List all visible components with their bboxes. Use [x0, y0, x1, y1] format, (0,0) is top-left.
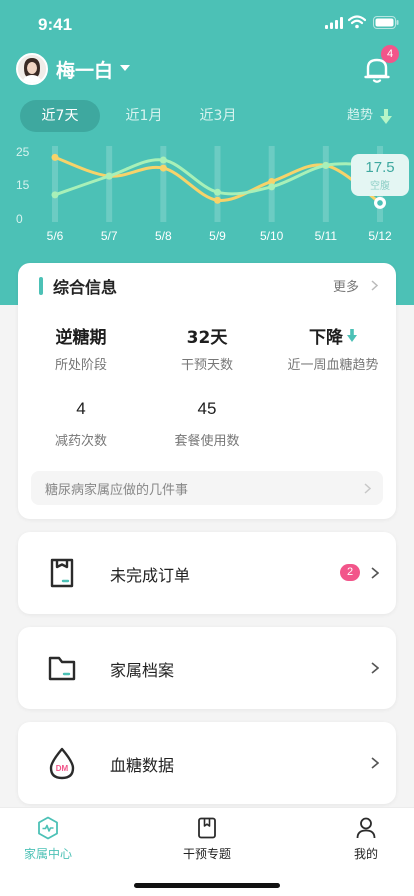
stat-value: 32天 — [186, 328, 228, 348]
tooltip-label: 空腹 — [370, 181, 390, 192]
info-card-title: 综合信息 — [53, 278, 118, 297]
data-point — [51, 191, 59, 199]
x-tick-label: 5/11 — [314, 229, 338, 243]
status-bar: 9:41 — [0, 0, 414, 48]
person-icon — [356, 817, 376, 839]
order-icon — [50, 558, 74, 588]
data-point — [322, 161, 330, 169]
tab-me[interactable]: 我的 — [316, 816, 414, 862]
drop-icon-text: DM — [56, 764, 69, 773]
stat-label: 套餐使用数 — [174, 434, 240, 449]
tab-intervention-topics[interactable]: 干预专题 — [157, 816, 257, 862]
tooltip-value: 17.5 — [365, 159, 395, 176]
data-point — [214, 188, 221, 196]
book-icon — [198, 817, 216, 839]
chart-tooltip: 17.5 空腹 — [351, 154, 409, 196]
data-point — [159, 156, 167, 164]
stat-label: 干预天数 — [180, 358, 233, 373]
data-point — [105, 172, 113, 180]
stat-label: 减药次数 — [54, 434, 107, 449]
status-time: 9:41 — [38, 15, 73, 34]
stat-weekly-trend: 下降 近一周血糖趋势 — [270, 323, 396, 373]
selected-point-center — [377, 200, 383, 206]
tab-7-days[interactable]: 近7天 — [20, 100, 100, 132]
chevron-right-icon — [371, 757, 379, 769]
signal-icon — [325, 17, 343, 29]
stat-packages-used: 45 套餐使用数 — [144, 399, 270, 449]
tab-family-center[interactable]: 家属中心 — [0, 816, 98, 862]
x-tick-label: 5/10 — [259, 229, 284, 243]
data-point — [159, 164, 167, 172]
order-count-badge: 2 — [340, 564, 360, 581]
menu-item-family-records[interactable]: 家属档案 — [18, 627, 396, 709]
avatar[interactable] — [16, 53, 48, 85]
heartbeat-icon — [38, 816, 58, 840]
arrow-down-icon — [347, 329, 357, 342]
data-point — [268, 183, 276, 191]
menu-label: 未完成订单 — [110, 566, 191, 585]
wifi-icon — [348, 15, 366, 29]
trend-link[interactable]: 趋势 — [347, 100, 373, 132]
stat-stage: 逆糖期 所处阶段 — [18, 323, 144, 373]
x-tick-label: 5/8 — [154, 229, 172, 243]
tab-3-months[interactable]: 近3月 — [182, 100, 254, 132]
tab-1-month[interactable]: 近1月 — [108, 100, 180, 132]
menu-item-unfinished-orders[interactable]: 未完成订单 2 — [18, 532, 396, 614]
more-link[interactable]: 更多 — [333, 276, 359, 295]
battery-icon — [373, 16, 399, 29]
menu-item-blood-glucose-data[interactable]: DM 血糖数据 — [18, 722, 396, 804]
x-tick-label: 5/7 — [100, 229, 118, 243]
chevron-right-icon — [371, 662, 379, 674]
tip-text: 糖尿病家属应做的几件事 — [45, 483, 189, 498]
tab-label: 干预专题 — [182, 847, 231, 861]
x-tick-label: 5/6 — [46, 229, 64, 243]
stat-intervention-days: 32天 干预天数 — [144, 323, 270, 373]
blood-drop-icon: DM — [49, 747, 75, 780]
notification-badge: 4 — [381, 45, 399, 63]
chevron-right-icon — [364, 483, 371, 494]
arrow-down-icon — [380, 109, 392, 124]
data-point — [51, 153, 59, 161]
stat-label: 所处阶段 — [54, 358, 107, 373]
info-card: 综合信息 更多 逆糖期 所处阶段 32天 干预天数 下降 近一周血糖趋势 4 减… — [18, 263, 396, 519]
menu-label: 血糖数据 — [110, 756, 175, 775]
menu-label: 家属档案 — [110, 661, 175, 680]
chevron-right-icon — [371, 567, 379, 579]
chevron-down-icon[interactable] — [120, 64, 130, 72]
folder-icon — [48, 656, 76, 681]
chevron-right-icon[interactable] — [371, 280, 378, 291]
stat-label: 近一周血糖趋势 — [287, 358, 379, 373]
stat-value: 45 — [197, 399, 217, 418]
user-name[interactable]: 梅一白 — [56, 56, 113, 83]
x-tick-label: 5/12 — [368, 229, 392, 243]
stat-value: 逆糖期 — [55, 328, 107, 348]
home-indicator — [134, 883, 280, 888]
tab-label: 家属中心 — [23, 847, 72, 861]
tab-label: 我的 — [353, 847, 378, 861]
avatar-photo — [18, 55, 46, 83]
card-accent — [39, 277, 43, 295]
x-tick-label: 5/9 — [209, 229, 226, 243]
tip-bar[interactable]: 糖尿病家属应做的几件事 — [31, 471, 383, 505]
stat-value: 4 — [76, 399, 86, 418]
stat-value-trend: 下降 — [270, 323, 396, 348]
stat-value: 下降 — [309, 328, 343, 348]
data-point — [214, 196, 221, 204]
stat-reduced-meds: 4 减药次数 — [18, 399, 144, 449]
